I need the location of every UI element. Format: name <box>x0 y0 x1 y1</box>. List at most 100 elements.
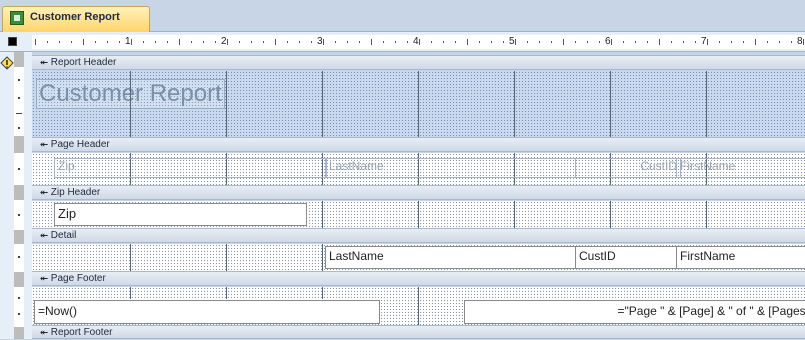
ruler-tick <box>155 41 156 43</box>
ruler-tick <box>107 41 108 43</box>
ruler-tick <box>251 41 252 43</box>
ruler-tick <box>407 41 408 43</box>
section-bar-report-header[interactable]: ⯬ Report Header <box>32 55 805 70</box>
ruler-tick <box>551 41 552 43</box>
ruler-tick <box>383 41 384 43</box>
ruler-tick <box>419 39 420 45</box>
ruler-tick <box>239 41 240 43</box>
lastname-label[interactable]: LastName <box>325 158 576 178</box>
ruler-tick <box>47 41 48 43</box>
section-bar-zip-header[interactable]: ⯬ Zip Header <box>32 185 805 200</box>
section-selected-icon <box>0 56 14 70</box>
custid-label[interactable]: CustID <box>575 158 681 178</box>
section-label: ⯬ Page Footer <box>40 273 106 284</box>
detail-section[interactable]: LastName CustID FirstName <box>32 244 805 271</box>
ruler-number: 5 <box>509 36 515 47</box>
vruler-report-header[interactable] <box>14 67 24 136</box>
vruler-zip-header[interactable] <box>14 200 24 230</box>
report-header-section[interactable]: Customer Report <box>32 71 805 137</box>
section-bar-report-footer[interactable]: ⯬ Report Footer <box>32 325 805 339</box>
ruler-tick <box>455 41 456 43</box>
ruler-tick <box>203 41 204 43</box>
ruler-number: 7 <box>701 36 707 47</box>
custid-textbox[interactable]: CustID <box>575 246 678 269</box>
document-tab-strip: Customer Report <box>0 0 805 32</box>
ruler-number: 8 <box>797 36 803 47</box>
zip-label[interactable]: Zip <box>54 158 327 178</box>
ruler-tick <box>491 41 492 43</box>
vruler-bar <box>14 272 24 287</box>
vruler-bar <box>14 230 24 244</box>
tab-customer-report[interactable]: Customer Report <box>2 6 150 32</box>
section-bar-detail[interactable]: ⯬ Detail <box>32 228 805 243</box>
ruler-strip[interactable]: 1 2 3 4 5 6 7 8 <box>32 35 805 49</box>
ruler-number: 6 <box>605 36 611 47</box>
page-header-section[interactable]: Zip LastName CustID FirstName <box>32 153 805 185</box>
ruler-tick <box>371 39 372 45</box>
vruler-page-footer[interactable] <box>14 287 24 327</box>
ruler-number: 4 <box>413 36 419 47</box>
ruler-number: 1 <box>125 36 131 47</box>
ruler-tick <box>263 41 264 43</box>
ruler-tick <box>287 41 288 43</box>
lastname-textbox[interactable]: LastName <box>325 246 578 269</box>
ruler-tick <box>323 39 324 45</box>
ruler-tick <box>671 41 672 43</box>
section-label: ⯬ Page Header <box>40 139 110 150</box>
page-footer-section[interactable]: =Now() ="Page " & [Page] & " of " & [Pag… <box>32 287 805 325</box>
ruler-tick <box>359 41 360 43</box>
ruler-tick <box>215 41 216 43</box>
ruler-tick <box>227 39 228 45</box>
firstname-label[interactable]: FirstName <box>676 158 805 178</box>
section-bar-page-footer[interactable]: ⯬ Page Footer <box>32 271 805 286</box>
ruler-tick <box>707 39 708 45</box>
vruler-bar <box>14 327 24 339</box>
section-label: ⯬ Report Footer <box>40 327 113 338</box>
now-textbox[interactable]: =Now() <box>34 300 380 324</box>
section-bar-page-header[interactable]: ⯬ Page Header <box>32 137 805 152</box>
ruler-tick <box>635 41 636 43</box>
ruler-tick <box>755 39 756 45</box>
section-label: ⯬ Zip Header <box>40 187 101 198</box>
ruler-tick <box>347 41 348 43</box>
vruler-bar <box>14 52 24 67</box>
ruler-tick <box>467 39 468 45</box>
ruler-tick <box>191 41 192 43</box>
ruler-tick <box>611 39 612 45</box>
ruler-tick <box>335 41 336 43</box>
ruler-tick <box>131 39 132 45</box>
tab-label: Customer Report <box>30 11 120 23</box>
ruler-tick <box>575 41 576 43</box>
ruler-tick <box>431 41 432 43</box>
ruler-tick <box>719 41 720 43</box>
ruler-tick <box>779 41 780 43</box>
vruler-detail[interactable] <box>14 244 24 272</box>
zip-header-section[interactable]: Zip <box>32 201 805 228</box>
vruler-page-header[interactable] <box>14 153 24 185</box>
zip-textbox[interactable]: Zip <box>54 203 307 226</box>
vruler-bar <box>14 136 24 153</box>
horizontal-ruler: 1 2 3 4 5 6 7 8 <box>0 32 805 52</box>
ruler-tick <box>311 41 312 43</box>
ruler-number: 2 <box>221 36 227 47</box>
ruler-tick <box>299 41 300 43</box>
ruler-tick <box>167 41 168 43</box>
ruler-tick <box>119 41 120 43</box>
ruler-tick <box>599 41 600 43</box>
ruler-tick <box>527 41 528 43</box>
ruler-tick <box>443 41 444 43</box>
ruler-tick <box>83 39 84 45</box>
ruler-tick <box>743 41 744 43</box>
page-number-textbox[interactable]: ="Page " & [Page] & " of " & [Pages] <box>464 300 805 324</box>
firstname-textbox[interactable]: FirstName <box>676 246 805 269</box>
ruler-tick <box>695 41 696 43</box>
ruler-tick <box>71 41 72 43</box>
ruler-tick <box>647 41 648 43</box>
ruler-tick <box>275 39 276 45</box>
section-label: ⯬ Report Header <box>40 57 117 68</box>
ruler-tick <box>803 39 804 45</box>
report-selector-button[interactable] <box>8 37 17 46</box>
section-label: ⯬ Detail <box>40 230 77 241</box>
ruler-tick <box>515 39 516 45</box>
ruler-tick <box>659 39 660 45</box>
